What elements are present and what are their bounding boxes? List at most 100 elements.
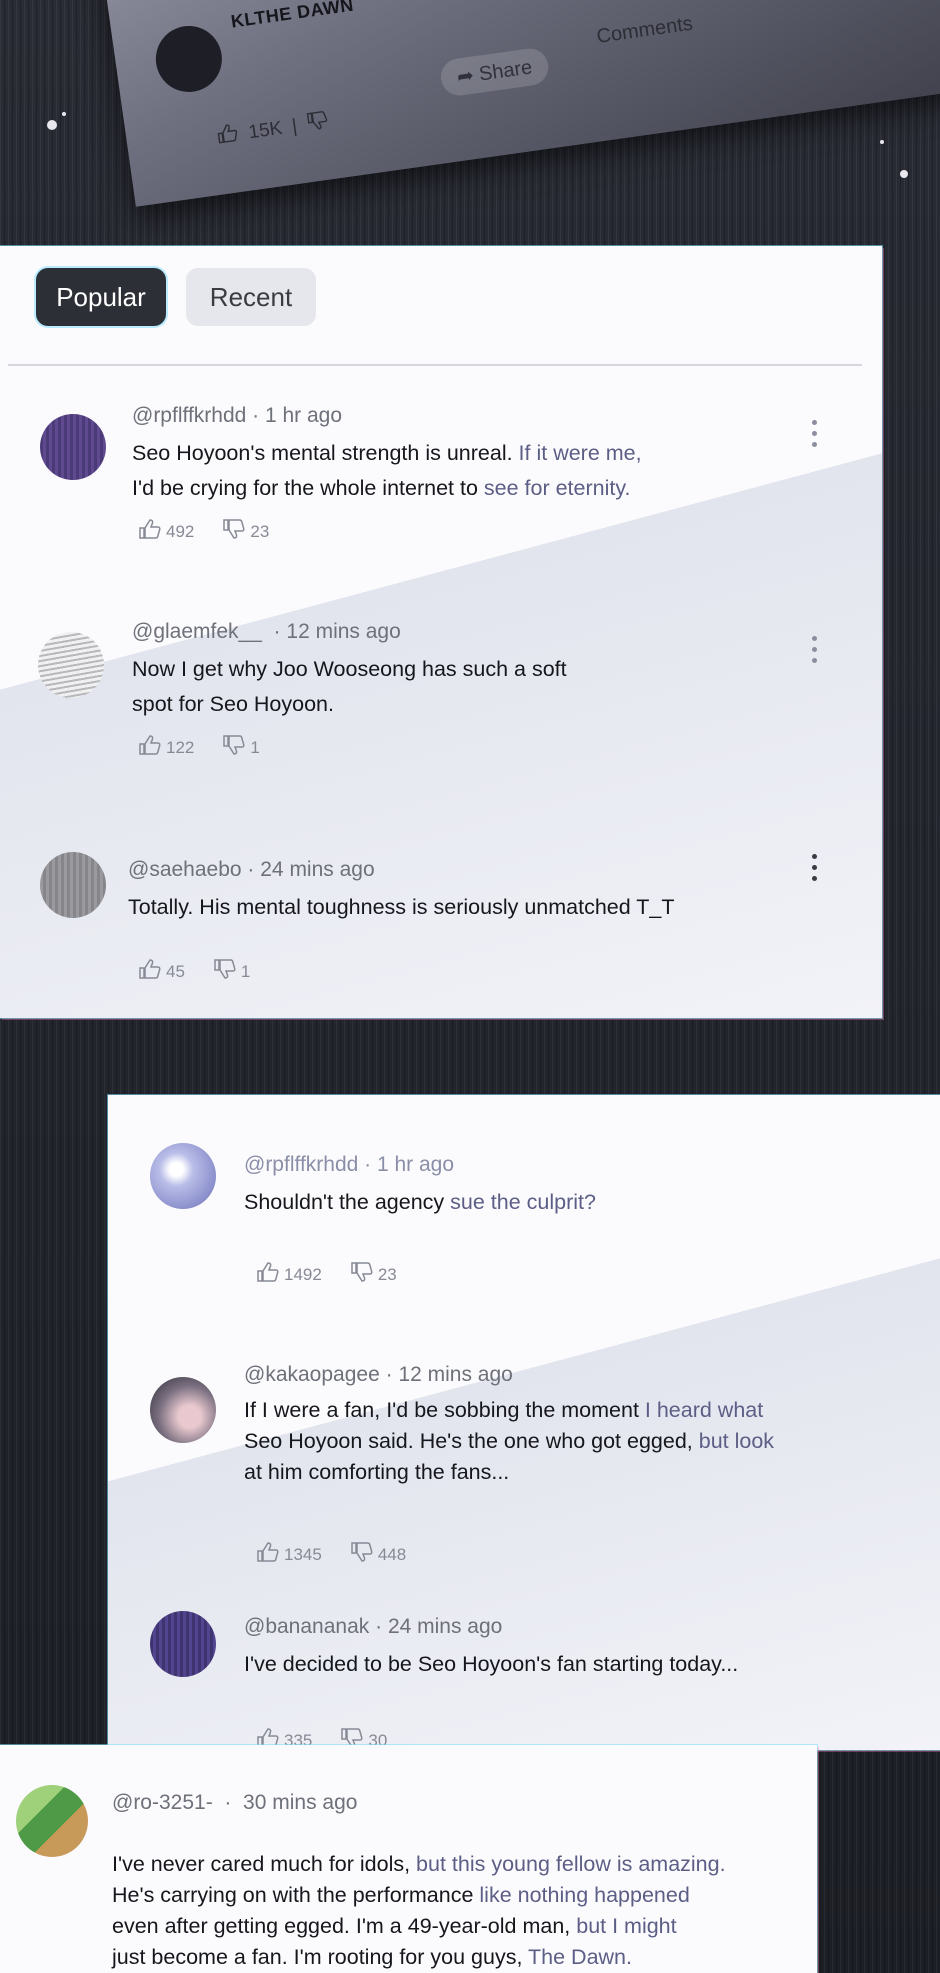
tab-recent[interactable]: Recent xyxy=(186,268,316,326)
avatar[interactable] xyxy=(150,1143,216,1209)
avatar[interactable] xyxy=(150,1377,216,1443)
comment-meta: @rpflffkrhdd · 1 hr ago xyxy=(132,404,343,427)
text-segment: I've never cared much for idols, xyxy=(112,1852,417,1876)
more-options-icon[interactable] xyxy=(810,420,818,447)
like-count: 492 xyxy=(166,521,195,541)
comment-time: 30 mins ago xyxy=(243,1791,358,1814)
dislike-count: 1 xyxy=(240,961,251,981)
comment-text: If I were a fan, I'd be sobbing the mome… xyxy=(244,1395,934,1488)
like-count: 1492 xyxy=(284,1264,322,1284)
text-segment-highlight: see for eternity. xyxy=(483,476,631,500)
text-segment: I've decided to be Seo Hoyoon's fan star… xyxy=(244,1652,739,1676)
comment-username[interactable]: @saehaebo xyxy=(128,858,242,881)
text-segment: He's carrying on with the performance xyxy=(112,1883,480,1907)
thumbs-up-icon[interactable] xyxy=(256,1541,284,1568)
comment-time: 1 hr ago xyxy=(376,1153,455,1176)
speck xyxy=(47,120,57,130)
more-options-icon[interactable] xyxy=(810,636,818,663)
text-segment: Now I get why Joo Wooseong has such a so… xyxy=(132,657,567,681)
comment-text: Now I get why Joo Wooseong has such a so… xyxy=(132,652,772,722)
thumbs-down-icon[interactable] xyxy=(213,958,241,985)
comment-time: 1 hr ago xyxy=(264,404,343,427)
like-count: 1345 xyxy=(284,1544,322,1564)
share-button[interactable]: ➦ Share xyxy=(438,46,551,98)
speck xyxy=(880,140,884,144)
comment-username[interactable]: @rpflffkrhdd xyxy=(132,404,246,427)
thumbs-down-icon[interactable] xyxy=(222,734,250,761)
thumbs-up-icon[interactable] xyxy=(215,122,240,151)
comment-meta: @banananak · 24 mins ago xyxy=(244,1615,503,1638)
text-segment-highlight: I heard what xyxy=(644,1398,764,1422)
comment-meta: @rpflffkrhdd · 1 hr ago xyxy=(244,1153,455,1176)
text-segment-highlight: but this young fellow is amazing. xyxy=(416,1852,726,1876)
text-segment-highlight: The Dawn. xyxy=(528,1945,632,1969)
text-segment-highlight: but I might xyxy=(576,1914,677,1938)
comment-time: 12 mins ago xyxy=(398,1363,513,1386)
comment-text: Shouldn't the agency sue the culprit? xyxy=(244,1185,904,1220)
text-segment: at him comforting the fans... xyxy=(244,1460,510,1484)
text-segment: If I were a fan, I'd be sobbing the mome… xyxy=(244,1398,645,1422)
text-segment: Seo Hoyoon's mental strength is unreal. xyxy=(132,441,519,465)
share-label: Share xyxy=(477,56,534,86)
text-segment-highlight: like nothing happened xyxy=(479,1883,690,1907)
text-segment: just become a fan. I'm rooting for you g… xyxy=(112,1945,529,1969)
comment-username[interactable]: @banananak xyxy=(244,1615,369,1638)
thumbs-up-icon[interactable] xyxy=(138,518,166,545)
share-icon: ➦ xyxy=(455,64,476,89)
avatar[interactable] xyxy=(40,414,106,480)
channel-name[interactable]: KLTHE DAWN xyxy=(230,0,355,33)
vote-bar: 492 23 xyxy=(138,518,269,545)
avatar[interactable] xyxy=(150,1611,216,1677)
speck xyxy=(62,112,66,116)
video-like-count: 15K xyxy=(247,117,284,144)
dislike-count: 23 xyxy=(377,1264,397,1284)
channel-avatar[interactable] xyxy=(151,21,227,97)
comment-time: 24 mins ago xyxy=(387,1615,503,1638)
comment-meta: @kakaopagee · 12 mins ago xyxy=(244,1363,513,1386)
more-options-icon[interactable] xyxy=(810,854,818,881)
dislike-count: 1 xyxy=(250,737,260,757)
comment-text: Seo Hoyoon's mental strength is unreal. … xyxy=(132,436,772,506)
comment-meta: @glaemfek__ · 12 mins ago xyxy=(132,620,401,643)
comment-text: Totally. His mental toughness is serious… xyxy=(128,890,848,925)
thumbs-up-icon[interactable] xyxy=(138,958,166,985)
comments-panel-popular: Popular Recent @rpflffkrhdd · 1 hr ago S… xyxy=(0,246,882,1018)
thumbs-down-icon[interactable] xyxy=(350,1541,378,1568)
divider: | xyxy=(290,115,299,138)
video-like-bar[interactable]: 15K | xyxy=(215,109,330,150)
comment-text: I've never cared much for idols, but thi… xyxy=(112,1849,812,1973)
like-count: 45 xyxy=(166,961,185,981)
vote-bar: 122 1 xyxy=(138,734,260,761)
text-segment: Shouldn't the agency xyxy=(244,1190,451,1214)
tab-popular[interactable]: Popular xyxy=(36,268,166,326)
comment-text: I've decided to be Seo Hoyoon's fan star… xyxy=(244,1647,934,1682)
thumbs-down-icon[interactable] xyxy=(222,518,250,545)
comment-username[interactable]: @rpflffkrhdd xyxy=(244,1153,358,1176)
thumbs-up-icon[interactable] xyxy=(138,734,166,761)
text-segment: Seo Hoyoon said. He's the one who got eg… xyxy=(244,1429,699,1453)
comment-time: 12 mins ago xyxy=(286,620,401,643)
like-count: 122 xyxy=(166,737,195,757)
avatar[interactable] xyxy=(40,852,106,918)
comment-username[interactable]: @glaemfek__ xyxy=(132,620,262,643)
comments-panel-bottom: @ro-3251- · 30 mins ago I've never cared… xyxy=(0,1745,817,1973)
text-segment: Totally. His mental toughness is serious… xyxy=(128,895,675,919)
vote-bar: 1492 23 xyxy=(256,1261,397,1288)
comment-username[interactable]: @ro-3251- xyxy=(112,1791,213,1814)
text-segment-highlight: but look xyxy=(698,1429,775,1453)
vote-bar: 45 1 xyxy=(138,958,250,985)
comments-label[interactable]: Comments xyxy=(595,13,694,49)
comment-meta: @ro-3251- · 30 mins ago xyxy=(112,1791,358,1814)
thumbs-down-icon[interactable] xyxy=(350,1261,378,1288)
speck xyxy=(900,170,908,178)
comment-username[interactable]: @kakaopagee xyxy=(244,1363,380,1386)
avatar[interactable] xyxy=(38,632,104,698)
dislike-count: 23 xyxy=(250,521,270,541)
comment-meta: @saehaebo · 24 mins ago xyxy=(128,858,375,881)
avatar[interactable] xyxy=(16,1785,88,1857)
thumbs-up-icon[interactable] xyxy=(256,1261,284,1288)
dislike-count: 448 xyxy=(377,1544,407,1564)
thumbs-down-icon[interactable] xyxy=(305,109,330,138)
divider xyxy=(8,364,862,366)
vote-bar: 1345 448 xyxy=(256,1541,406,1568)
